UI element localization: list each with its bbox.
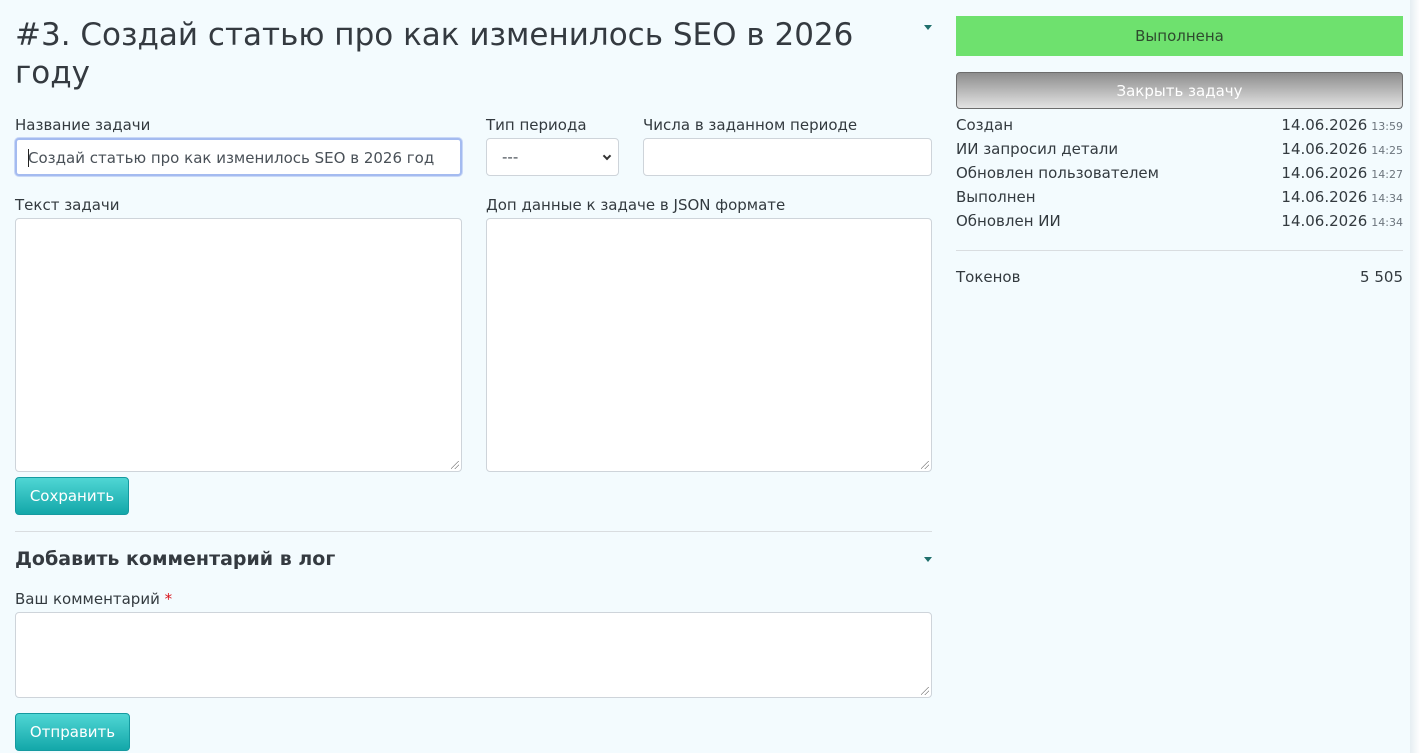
caret-down-icon[interactable]	[924, 557, 932, 562]
history-time: 14:27	[1371, 168, 1403, 181]
comment-label-text: Ваш комментарий	[15, 590, 160, 608]
json-data-textarea[interactable]	[486, 218, 932, 472]
close-task-button[interactable]: Закрыть задачу	[956, 72, 1403, 109]
history-datetime: 14.06.2026 14:34	[1281, 212, 1403, 230]
text-cursor	[28, 149, 29, 167]
window-edge	[1410, 0, 1420, 753]
history-time: 14:34	[1371, 216, 1403, 229]
task-name-label: Название задачи	[15, 116, 151, 134]
history-row: Создан 14.06.2026 13:59	[956, 116, 1403, 138]
history-event: ИИ запросил детали	[956, 140, 1119, 158]
caret-down-icon[interactable]	[924, 25, 932, 30]
task-text-textarea[interactable]	[15, 218, 462, 472]
history-datetime: 14.06.2026 13:59	[1281, 116, 1403, 134]
period-numbers-input[interactable]	[643, 138, 932, 176]
comment-textarea[interactable]	[15, 612, 932, 698]
history-row: Выполнен 14.06.2026 14:34	[956, 188, 1403, 210]
history-date: 14.06.2026	[1281, 116, 1368, 134]
resize-handle-icon[interactable]	[921, 687, 929, 695]
tokens-label: Токенов	[956, 268, 1021, 286]
page-frame: #3. Создай статью про как изменилось SEO…	[0, 0, 1412, 753]
tokens-row: Токенов 5 505	[956, 268, 1403, 286]
comment-section-title: Добавить комментарий в лог	[15, 548, 336, 570]
history-datetime: 14.06.2026 14:34	[1281, 188, 1403, 206]
comment-label: Ваш комментарий *	[15, 590, 172, 608]
history-row: Обновлен ИИ 14.06.2026 14:34	[956, 212, 1403, 234]
task-text-label: Текст задачи	[15, 196, 120, 214]
history-date: 14.06.2026	[1281, 212, 1368, 230]
resize-handle-icon[interactable]	[921, 461, 929, 469]
history-event: Выполнен	[956, 188, 1036, 206]
save-button[interactable]: Сохранить	[15, 477, 129, 515]
status-badge: Выполнена	[956, 16, 1403, 56]
history-date: 14.06.2026	[1281, 188, 1368, 206]
history-datetime: 14.06.2026 14:25	[1281, 140, 1403, 158]
tokens-value: 5 505	[1360, 268, 1403, 286]
task-name-input[interactable]: Создай статью про как изменилось SEO в 2…	[15, 138, 462, 176]
required-mark: *	[164, 590, 173, 608]
page-title: #3. Создай статью про как изменилось SEO…	[15, 17, 854, 91]
history-row: Обновлен пользователем 14.06.2026 14:27	[956, 164, 1403, 186]
send-button[interactable]: Отправить	[15, 713, 130, 751]
history-event: Обновлен пользователем	[956, 164, 1159, 182]
history-time: 14:34	[1371, 192, 1403, 205]
history-time: 13:59	[1371, 120, 1403, 133]
json-data-label: Доп данные к задаче в JSON формате	[486, 196, 786, 214]
resize-handle-icon[interactable]	[451, 461, 459, 469]
history-date: 14.06.2026	[1281, 140, 1368, 158]
history-row: ИИ запросил детали 14.06.2026 14:25	[956, 140, 1403, 162]
divider	[956, 250, 1403, 251]
period-numbers-label: Числа в заданном периоде	[643, 116, 858, 134]
period-type-label: Тип периода	[486, 116, 587, 134]
divider	[15, 531, 932, 532]
period-type-select[interactable]: ---	[486, 138, 619, 176]
history-event: Обновлен ИИ	[956, 212, 1061, 230]
history-event: Создан	[956, 116, 1013, 134]
history-time: 14:25	[1371, 144, 1403, 157]
task-name-value: Создай статью про как изменилось SEO в 2…	[28, 149, 435, 167]
history-date: 14.06.2026	[1281, 164, 1368, 182]
history-datetime: 14.06.2026 14:27	[1281, 164, 1403, 182]
